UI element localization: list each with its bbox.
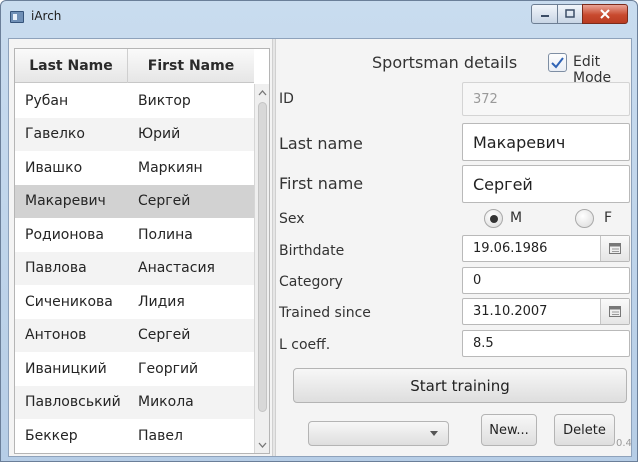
cell-last-name: Беккер <box>25 427 78 444</box>
table-row[interactable]: Павлова Анастасия <box>15 251 254 285</box>
cell-first-name: Микола <box>138 394 194 411</box>
calendar-icon <box>609 243 621 254</box>
chevron-down-icon <box>430 431 438 436</box>
cell-last-name: Сиченикова <box>25 293 113 310</box>
column-header-last-name[interactable]: Last Name <box>15 49 128 83</box>
last-name-label: Last name <box>279 134 363 153</box>
table-scrollbar[interactable] <box>254 84 269 453</box>
cell-last-name: Павловський <box>25 394 121 411</box>
close-button[interactable] <box>582 4 628 24</box>
checkmark-icon <box>551 57 564 69</box>
version-label: 0.4.3 <box>616 438 632 449</box>
trained-since-label: Trained since <box>279 305 371 321</box>
first-name-field[interactable]: Сергей <box>462 165 630 203</box>
split-divider[interactable] <box>272 39 276 456</box>
l-coeff-label: L coeff. <box>279 337 331 353</box>
cell-first-name: Павел <box>138 427 183 444</box>
new-button[interactable]: New... <box>481 414 537 446</box>
minimize-button[interactable] <box>531 4 558 24</box>
scroll-down-arrow-icon[interactable] <box>255 438 269 452</box>
cell-first-name: Виктор <box>138 92 191 109</box>
l-coeff-field[interactable]: 8.5 <box>462 330 630 357</box>
cell-first-name: Георгий <box>138 360 199 377</box>
table-row[interactable]: Иваницкий Георгий <box>15 352 254 386</box>
table-row[interactable]: Беккер Павел <box>15 419 254 453</box>
maximize-icon <box>565 9 575 18</box>
table-row[interactable]: Гавелко Юрий <box>15 117 254 151</box>
minimize-icon <box>540 15 549 17</box>
cell-last-name: Родионова <box>25 226 104 243</box>
maximize-button[interactable] <box>557 4 583 24</box>
table-row[interactable]: Макаревич Сергей <box>15 184 254 218</box>
edit-mode-checkbox[interactable] <box>548 53 567 72</box>
first-name-label: First name <box>279 174 364 193</box>
table-header: Last Name First Name <box>15 49 254 83</box>
sex-label: Sex <box>279 211 305 227</box>
table-row[interactable]: Сиченикова Лидия <box>15 285 254 319</box>
app-icon <box>10 11 24 23</box>
category-label: Category <box>279 274 343 290</box>
app-window: iArch Last Name First Name Рубан Виктор Га… <box>0 0 638 462</box>
cell-last-name: Ивашко <box>25 159 83 176</box>
cell-first-name: Полина <box>138 226 193 243</box>
calendar-icon <box>609 306 621 317</box>
title-bar[interactable]: iArch <box>1 1 637 31</box>
cell-last-name: Макаревич <box>25 193 106 210</box>
table-row[interactable]: Родионова Полина <box>15 218 254 252</box>
window-title: iArch <box>31 9 62 23</box>
start-training-button[interactable]: Start training <box>293 368 627 403</box>
table-body: Рубан Виктор Гавелко Юрий Ивашко Маркиян Макар… <box>15 84 254 453</box>
birthdate-value: 19.06.1986 <box>473 241 548 256</box>
client-area: Last Name First Name Рубан Виктор Гавелко Ю… <box>8 38 632 457</box>
sportsmen-table[interactable]: Last Name First Name Рубан Виктор Гавелко Ю… <box>14 48 270 454</box>
table-row[interactable]: Павловський Микола <box>15 385 254 419</box>
sex-radio-male-label: M <box>510 210 523 226</box>
sex-radio-male[interactable] <box>484 209 503 228</box>
category-field[interactable]: 0 <box>462 267 630 294</box>
cell-first-name: Анастасия <box>138 260 215 277</box>
cell-first-name: Юрий <box>138 126 181 143</box>
trained-since-value: 31.10.2007 <box>473 304 548 319</box>
id-label: ID <box>279 91 294 107</box>
table-row[interactable]: Ивашко Маркиян <box>15 151 254 185</box>
scrollbar-thumb[interactable] <box>258 102 267 412</box>
birthdate-calendar-button[interactable] <box>600 236 629 261</box>
cell-last-name: Антонов <box>25 327 87 344</box>
details-panel: Sportsman details Edit Mode ID 372 Last … <box>277 39 632 456</box>
last-name-field[interactable]: Макаревич <box>462 123 630 161</box>
cell-last-name: Рубан <box>25 92 69 109</box>
column-header-first-name[interactable]: First Name <box>128 49 254 83</box>
delete-button[interactable]: Delete <box>554 414 615 446</box>
action-combobox[interactable] <box>308 421 449 446</box>
cell-last-name: Гавелко <box>25 126 85 143</box>
details-heading: Sportsman details <box>372 53 518 72</box>
table-row[interactable]: Антонов Сергей <box>15 318 254 352</box>
cell-first-name: Маркиян <box>138 159 203 176</box>
cell-first-name: Лидия <box>138 293 185 310</box>
trained-since-picker[interactable]: 31.10.2007 <box>462 298 630 325</box>
birthdate-label: Birthdate <box>279 243 345 259</box>
table-row[interactable]: Рубан Виктор <box>15 84 254 118</box>
cell-last-name: Иваницкий <box>25 360 107 377</box>
close-icon <box>600 9 610 19</box>
birthdate-picker[interactable]: 19.06.1986 <box>462 235 630 262</box>
sex-radio-female-label: F <box>604 210 613 226</box>
scroll-up-arrow-icon[interactable] <box>255 86 269 100</box>
cell-last-name: Павлова <box>25 260 87 277</box>
sex-radio-female[interactable] <box>575 209 594 228</box>
cell-first-name: Сергей <box>138 327 191 344</box>
cell-first-name: Сергей <box>138 193 191 210</box>
trained-since-calendar-button[interactable] <box>600 299 629 324</box>
id-field: 372 <box>462 82 630 116</box>
